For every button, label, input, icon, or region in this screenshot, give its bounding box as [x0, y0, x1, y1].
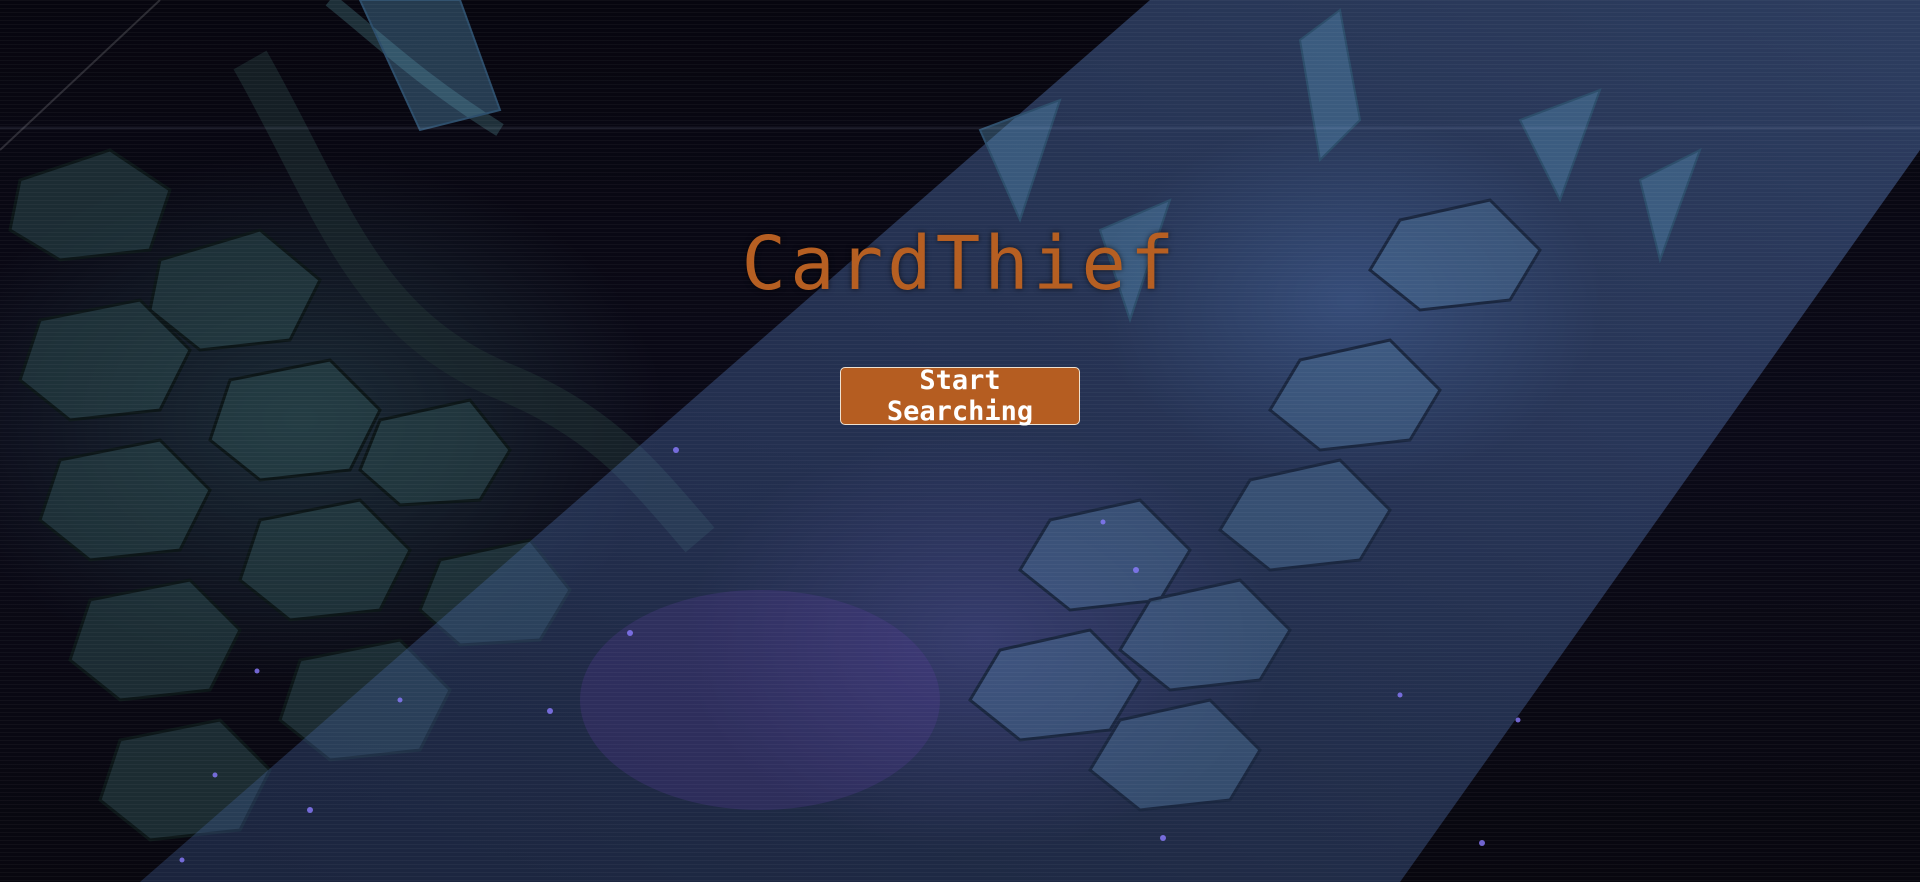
background-artwork — [0, 0, 1920, 882]
start-searching-button[interactable]: Start Searching — [840, 365, 1080, 427]
hero-section: CardThief Start Searching — [0, 0, 1920, 882]
app-title: CardThief — [741, 221, 1179, 307]
